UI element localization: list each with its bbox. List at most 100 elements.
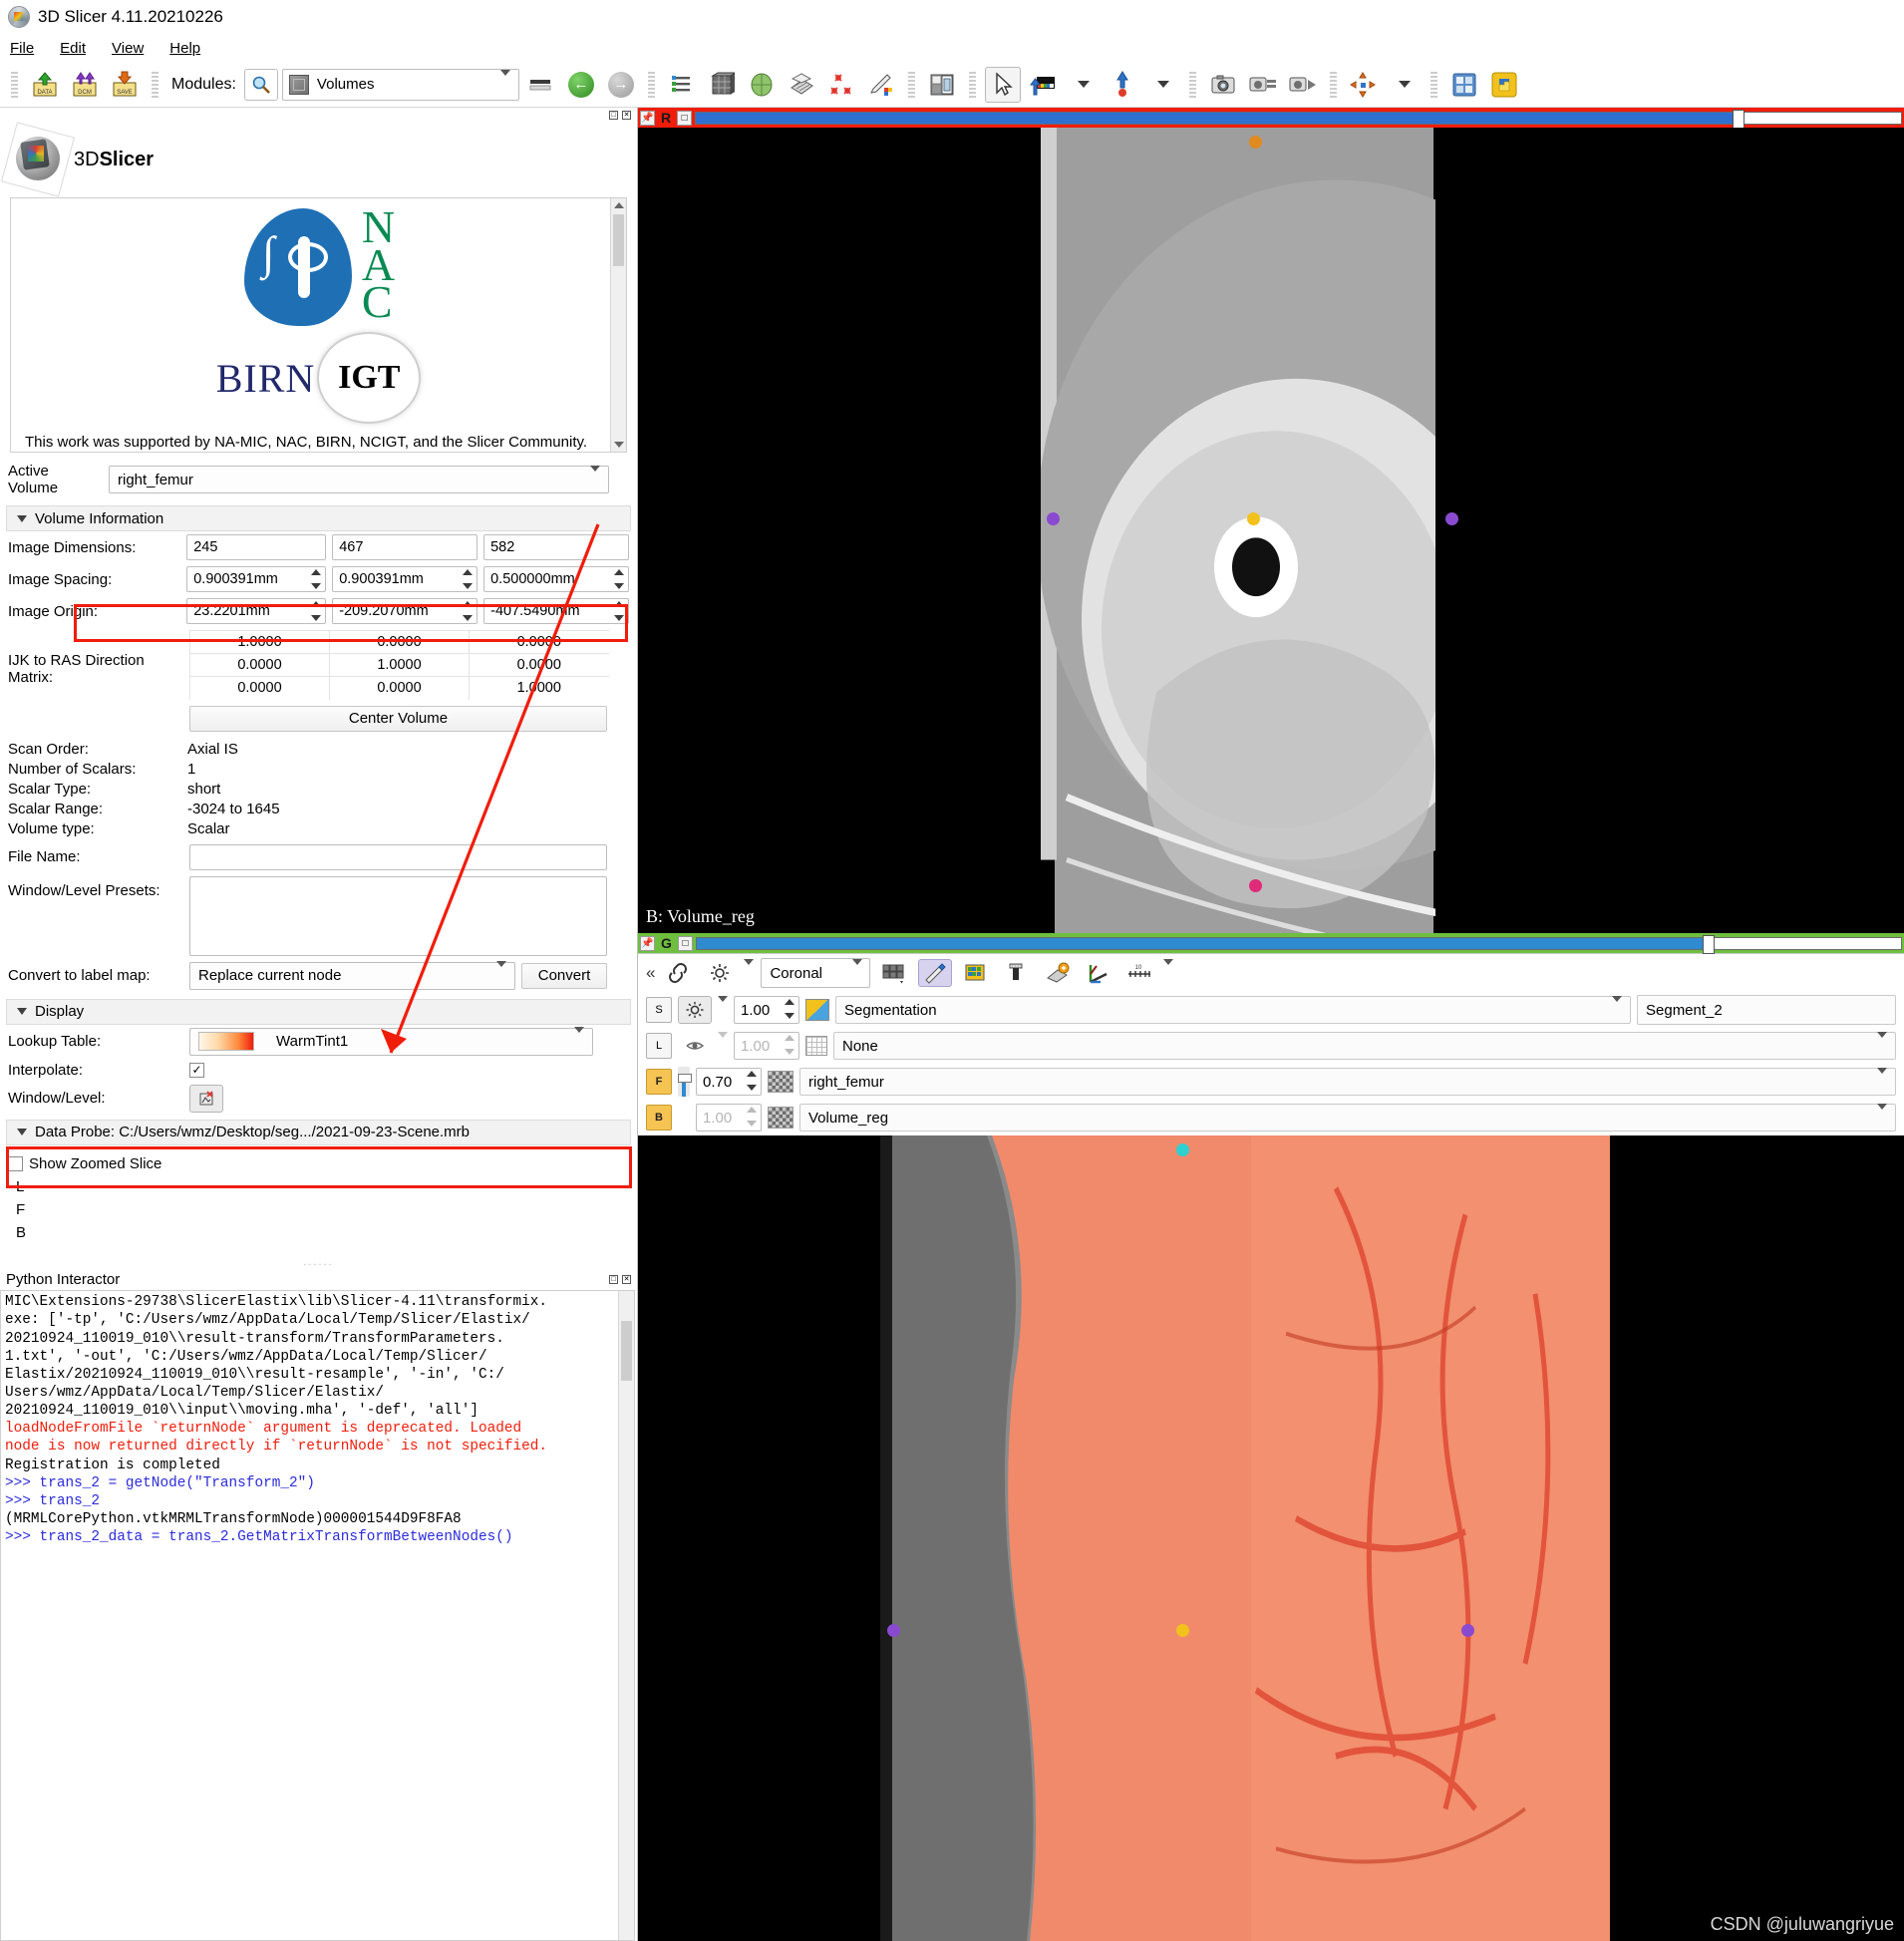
- show-zoomed-slice-checkbox[interactable]: [8, 1155, 23, 1171]
- panel-close-icon[interactable]: ✕: [622, 110, 631, 120]
- image-origin-x[interactable]: 23.2201mm: [186, 598, 327, 624]
- image-spacing-y-stepper[interactable]: [461, 569, 475, 589]
- foreground-opacity-stepper[interactable]: [745, 1071, 759, 1091]
- image-dimensions-x[interactable]: 245: [186, 534, 327, 560]
- place-markup-chevron-down-icon[interactable]: [1144, 67, 1180, 103]
- volume-information-section-header[interactable]: Volume Information: [6, 505, 631, 531]
- display-section-header[interactable]: Display: [6, 998, 631, 1025]
- label-layer-icon[interactable]: L: [646, 1033, 672, 1059]
- red-slice-offset-slider[interactable]: [695, 109, 1902, 129]
- convert-button[interactable]: Convert: [521, 962, 607, 989]
- colors-icon[interactable]: [1025, 67, 1061, 103]
- python-close-icon[interactable]: ✕: [622, 1274, 631, 1284]
- menu-help[interactable]: Help: [169, 40, 200, 57]
- green-slice-offset-slider[interactable]: [695, 934, 1902, 954]
- menu-view[interactable]: View: [112, 40, 144, 57]
- pin-icon[interactable]: 📌: [640, 935, 655, 951]
- image-spacing-x-stepper[interactable]: [309, 569, 323, 589]
- slider-handle[interactable]: [1732, 109, 1745, 129]
- module-history-icon[interactable]: [523, 67, 559, 103]
- slice-intersection-handle-top[interactable]: [1249, 136, 1262, 149]
- subject-hierarchy-icon[interactable]: [664, 67, 700, 103]
- menu-file[interactable]: File: [10, 40, 34, 57]
- python-console-scrollbar[interactable]: [618, 1291, 634, 1940]
- segmentation-node-selector[interactable]: Segmentation: [835, 995, 1631, 1024]
- slice-intersection-handle-right[interactable]: [1445, 512, 1458, 525]
- segmentation-opacity-stepper[interactable]: [783, 999, 796, 1019]
- segmentation-layer-icon[interactable]: S: [646, 997, 672, 1023]
- image-dimensions-y[interactable]: 467: [332, 534, 478, 560]
- slider-handle[interactable]: [678, 1074, 692, 1083]
- background-layer-icon[interactable]: B: [646, 1105, 672, 1131]
- transforms-icon[interactable]: [784, 67, 819, 103]
- annotations-icon[interactable]: [863, 67, 899, 103]
- crosshair-icon[interactable]: [1346, 67, 1382, 103]
- lookup-table-selector[interactable]: WarmTint1: [189, 1027, 593, 1056]
- foreground-layer-icon[interactable]: F: [646, 1069, 672, 1095]
- image-spacing-y[interactable]: 0.900391mm: [332, 566, 478, 592]
- volume-rendering-icon[interactable]: [704, 67, 740, 103]
- slice-intersection-handle-center[interactable]: [1247, 512, 1260, 525]
- python-console-output[interactable]: MIC\Extensions-29738\SlicerElastix\lib\S…: [0, 1290, 635, 1941]
- acknowledgement-scrollbar[interactable]: [610, 198, 626, 452]
- image-origin-y-stepper[interactable]: [461, 601, 475, 621]
- extensions-icon[interactable]: [1446, 67, 1482, 103]
- background-node-selector[interactable]: Volume_reg: [799, 1103, 1896, 1132]
- coronal-handle-left[interactable]: [887, 1624, 900, 1637]
- segmentation-visibility-eye-icon[interactable]: [678, 996, 712, 1024]
- background-opacity-input[interactable]: 1.00: [696, 1104, 762, 1132]
- label-opacity-stepper[interactable]: [783, 1035, 796, 1055]
- ruler-icon[interactable]: [1000, 959, 1034, 987]
- scroll-thumb[interactable]: [621, 1321, 632, 1382]
- image-origin-z[interactable]: -407.5490mm: [483, 598, 629, 624]
- search-icon[interactable]: [243, 68, 278, 101]
- capture-icon[interactable]: [1285, 67, 1321, 103]
- load-data-icon[interactable]: DATA: [27, 67, 63, 103]
- coronal-slice-view[interactable]: CSDN @juluwangriyue: [638, 1135, 1904, 1941]
- layout-grid-icon[interactable]: [877, 959, 911, 987]
- menu-edit[interactable]: Edit: [60, 40, 86, 57]
- foreground-opacity-slider[interactable]: [678, 1067, 692, 1097]
- double-chevron-left-icon[interactable]: «: [646, 963, 655, 983]
- label-node-selector[interactable]: None: [833, 1031, 1896, 1060]
- maximize-icon[interactable]: □: [677, 110, 693, 126]
- redo-arrow-right-icon[interactable]: →: [603, 67, 639, 103]
- slice-spacing-icon[interactable]: 10: [1122, 959, 1156, 987]
- image-dimensions-z[interactable]: 582: [483, 534, 629, 560]
- module-selector[interactable]: Volumes: [281, 68, 519, 101]
- slice-orientation-selector[interactable]: Coronal: [761, 958, 871, 988]
- place-markup-icon[interactable]: [1105, 67, 1140, 103]
- colors-chevron-down-icon[interactable]: [1065, 67, 1101, 103]
- axial-slice-view[interactable]: B: Volume_reg: [638, 128, 1904, 933]
- image-origin-z-stepper[interactable]: [612, 601, 626, 621]
- slice-visibility-eye-icon[interactable]: [703, 959, 737, 987]
- window-level-presets-field[interactable]: [189, 875, 607, 956]
- models-icon[interactable]: [744, 67, 780, 103]
- slice-spacing-chevron-down-icon[interactable]: [1163, 958, 1174, 982]
- python-float-icon[interactable]: □: [609, 1274, 618, 1284]
- link-views-icon[interactable]: [662, 959, 696, 987]
- slice-intersection-handle-left[interactable]: [1047, 512, 1060, 525]
- crosshair-chevron-down-icon[interactable]: [1386, 67, 1422, 103]
- file-name-field[interactable]: [189, 843, 607, 870]
- data-probe-header[interactable]: Data Probe: C:/Users/wmz/Desktop/seg.../…: [6, 1119, 631, 1145]
- image-origin-y[interactable]: -209.2070mm: [332, 598, 478, 624]
- pin-icon[interactable]: 📌: [640, 110, 655, 126]
- reformat-icon[interactable]: [1041, 959, 1075, 987]
- image-spacing-x[interactable]: 0.900391mm: [186, 566, 327, 592]
- foreground-node-selector[interactable]: right_femur: [799, 1067, 1896, 1096]
- maximize-icon[interactable]: □: [677, 935, 693, 951]
- label-visibility-eye-closed-icon[interactable]: [678, 1032, 712, 1060]
- foreground-opacity-input[interactable]: 0.70: [696, 1068, 762, 1096]
- coronal-handle-center[interactable]: [1176, 1624, 1189, 1637]
- coronal-handle-top[interactable]: [1176, 1143, 1189, 1156]
- segment-selector[interactable]: Segment_2: [1637, 995, 1896, 1025]
- scroll-thumb[interactable]: [613, 214, 624, 266]
- center-volume-button[interactable]: Center Volume: [189, 705, 607, 732]
- axes-icon[interactable]: [1082, 959, 1115, 987]
- scroll-down-icon[interactable]: [614, 442, 624, 448]
- mouse-pointer-icon[interactable]: [984, 66, 1021, 103]
- label-grid-icon[interactable]: [959, 959, 993, 987]
- slider-handle[interactable]: [1702, 934, 1715, 954]
- save-data-icon[interactable]: SAVE: [107, 67, 143, 103]
